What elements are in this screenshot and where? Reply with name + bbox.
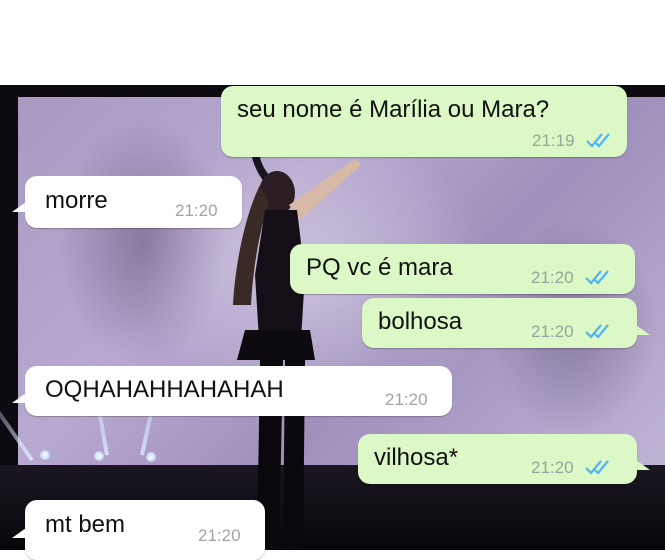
double-check-icon xyxy=(585,460,609,475)
message-timestamp: 21:20 xyxy=(531,268,574,287)
message-text: morre xyxy=(45,187,108,214)
stage-light xyxy=(146,452,156,462)
bubble-tail xyxy=(636,325,650,335)
double-check-icon xyxy=(585,270,609,285)
message-bubble-outgoing[interactable]: PQ vc é mara 21:20 xyxy=(290,244,635,294)
message-text: OQHAHAHHAHAHAH xyxy=(45,376,284,403)
message-timestamp: 21:19 xyxy=(532,131,575,150)
stage-light xyxy=(40,450,50,460)
message-bubble-outgoing[interactable]: seu nome é Marília ou Mara? 21:19 xyxy=(221,86,627,157)
message-text: vilhosa* xyxy=(374,444,459,471)
message-timestamp: 21:20 xyxy=(531,322,574,341)
message-text: bolhosa xyxy=(378,308,463,335)
message-timestamp: 21:20 xyxy=(531,458,574,477)
message-bubble-incoming[interactable]: morre 21:20 xyxy=(25,176,242,228)
message-timestamp: 21:20 xyxy=(198,526,241,545)
message-text: mt bem xyxy=(45,511,126,538)
message-bubble-outgoing[interactable]: bolhosa 21:20 xyxy=(362,298,637,348)
message-text: PQ vc é mara xyxy=(306,254,453,281)
bubble-tail xyxy=(12,528,26,538)
stage-light xyxy=(94,451,104,461)
message-timestamp: 21:20 xyxy=(385,390,428,409)
message-bubble-outgoing[interactable]: vilhosa* 21:20 xyxy=(358,434,637,484)
bubble-tail xyxy=(636,460,650,470)
message-bubble-incoming[interactable]: mt bem 21:20 xyxy=(25,500,265,560)
double-check-icon xyxy=(585,324,609,339)
double-check-icon xyxy=(586,133,610,148)
bubble-tail xyxy=(12,202,26,212)
bubble-tail xyxy=(12,393,26,403)
message-timestamp: 21:20 xyxy=(175,201,218,220)
message-text: seu nome é Marília ou Mara? xyxy=(237,96,550,123)
message-bubble-incoming[interactable]: OQHAHAHHAHAHAH 21:20 xyxy=(25,366,452,416)
